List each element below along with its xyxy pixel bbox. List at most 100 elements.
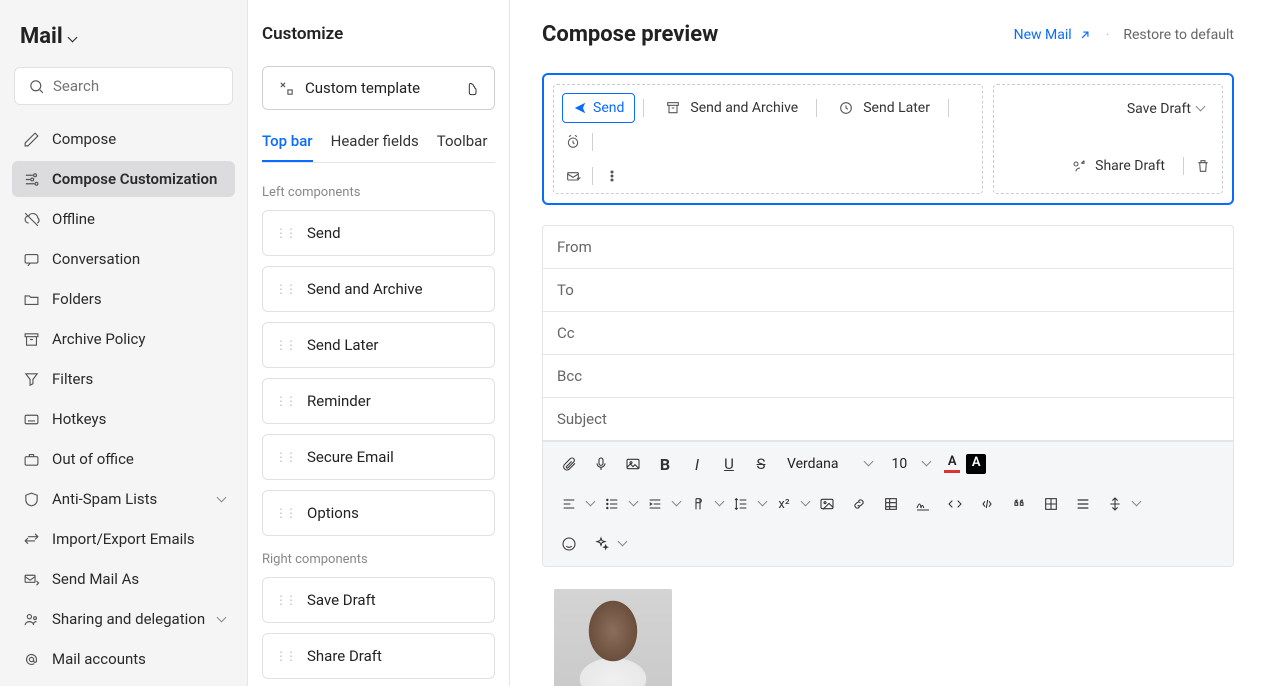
to-field[interactable]: To xyxy=(543,269,1233,312)
spacing-button[interactable] xyxy=(1101,490,1129,518)
right-components-label: Right components xyxy=(262,552,495,567)
component-send-archive[interactable]: ⋮⋮Send and Archive xyxy=(262,266,495,312)
component-options[interactable]: ⋮⋮Options xyxy=(262,490,495,536)
underline-button[interactable]: U xyxy=(715,450,743,478)
nav-anti-spam[interactable]: Anti-Spam Lists xyxy=(12,481,235,517)
superscript-button[interactable]: x² xyxy=(770,490,798,518)
tab-header-fields[interactable]: Header fields xyxy=(331,132,419,162)
signature-button[interactable] xyxy=(909,490,937,518)
nav-hotkeys[interactable]: Hotkeys xyxy=(12,401,235,437)
tab-top-bar[interactable]: Top bar xyxy=(262,132,313,162)
nav-archive-policy[interactable]: Archive Policy xyxy=(12,321,235,357)
list-button[interactable] xyxy=(598,490,626,518)
from-field[interactable]: From xyxy=(543,226,1233,269)
quote-button[interactable] xyxy=(1005,490,1033,518)
customize-panel: Customize Custom template Top bar Header… xyxy=(248,0,510,686)
hr-button[interactable] xyxy=(1069,490,1097,518)
component-reminder[interactable]: ⋮⋮Reminder xyxy=(262,378,495,424)
component-send-later[interactable]: ⋮⋮Send Later xyxy=(262,322,495,368)
table-button[interactable] xyxy=(877,490,905,518)
nav-sharing[interactable]: Sharing and delegation xyxy=(12,601,235,637)
strikethrough-button[interactable]: S xyxy=(747,450,775,478)
indent-button[interactable] xyxy=(641,490,669,518)
tab-toolbar[interactable]: Toolbar xyxy=(437,132,488,162)
search-input-wrapper[interactable] xyxy=(14,67,233,105)
header-fields: From To Cc Bcc Subject xyxy=(542,225,1234,441)
ai-button[interactable] xyxy=(587,530,615,558)
code-block-button[interactable] xyxy=(973,490,1001,518)
nav-accounts[interactable]: Mail accounts xyxy=(12,641,235,677)
nav-label: Mail accounts xyxy=(52,650,146,668)
search-input[interactable] xyxy=(53,77,220,95)
preview-title: Compose preview xyxy=(542,22,718,47)
subject-field[interactable]: Subject xyxy=(543,398,1233,441)
component-send[interactable]: ⋮⋮Send xyxy=(262,210,495,256)
component-secure-email[interactable]: ⋮⋮Secure Email xyxy=(262,434,495,480)
attach-button[interactable] xyxy=(555,450,583,478)
mic-button[interactable] xyxy=(587,450,615,478)
bcc-field[interactable]: Bcc xyxy=(543,355,1233,398)
nav-label: Filters xyxy=(52,370,93,388)
chevron-down-icon xyxy=(802,498,809,510)
image-button[interactable] xyxy=(813,490,841,518)
nav-import-export[interactable]: Import/Export Emails xyxy=(12,521,235,557)
send-archive-button[interactable]: Send and Archive xyxy=(652,91,808,125)
align-button[interactable] xyxy=(555,490,583,518)
highlight-color-button[interactable]: A xyxy=(966,454,986,474)
send-later-button[interactable]: Send Later xyxy=(825,91,940,125)
template-selector[interactable]: Custom template xyxy=(262,66,495,110)
nav-label: Anti-Spam Lists xyxy=(52,490,157,508)
divider xyxy=(816,99,817,117)
chevron-down-icon xyxy=(759,498,766,510)
topbar-right-group[interactable]: Save Draft Share Draft xyxy=(993,84,1223,194)
nav-offline[interactable]: Offline xyxy=(12,201,235,237)
bold-button[interactable]: B xyxy=(651,450,679,478)
line-height-button[interactable] xyxy=(727,490,755,518)
share-icon xyxy=(1067,155,1089,177)
component-save-draft[interactable]: ⋮⋮Save Draft xyxy=(262,577,495,623)
restore-default-link[interactable]: Restore to default xyxy=(1123,27,1234,43)
shield-icon xyxy=(22,490,40,508)
options-button[interactable] xyxy=(601,165,623,187)
chevron-down-icon xyxy=(69,24,76,49)
secure-email-button[interactable] xyxy=(562,165,584,187)
italic-button[interactable]: I xyxy=(683,450,711,478)
font-size-select[interactable]: 10 xyxy=(884,452,939,476)
direction-button[interactable] xyxy=(684,490,712,518)
sliders-icon xyxy=(22,170,40,188)
insert-image-button[interactable] xyxy=(619,450,647,478)
send-later-label: Send Later xyxy=(863,100,930,116)
text-color-button[interactable]: A xyxy=(942,454,962,474)
settings-sidebar: Mail Compose Compose Customization Offli… xyxy=(0,0,248,686)
send-button[interactable]: Send xyxy=(562,93,635,123)
nav-compose-customization[interactable]: Compose Customization xyxy=(12,161,235,197)
compose-body[interactable] xyxy=(542,567,1234,686)
font-family-select[interactable]: Verdana xyxy=(779,452,880,476)
nav-folders[interactable]: Folders xyxy=(12,281,235,317)
share-draft-button[interactable]: Share Draft xyxy=(1057,149,1175,183)
nav-compose[interactable]: Compose xyxy=(12,121,235,157)
insert-table-button[interactable] xyxy=(1037,490,1065,518)
app-title-label: Mail xyxy=(20,24,63,49)
link-button[interactable] xyxy=(845,490,873,518)
editor-toolbar: B I U S Verdana 10 A A x² xyxy=(542,441,1234,567)
nav-signature[interactable]: Signature xyxy=(12,681,235,686)
nav-out-of-office[interactable]: Out of office xyxy=(12,441,235,477)
nav-filters[interactable]: Filters xyxy=(12,361,235,397)
archive-icon xyxy=(22,330,40,348)
nav-conversation[interactable]: Conversation xyxy=(12,241,235,277)
discard-draft-button[interactable] xyxy=(1192,155,1214,177)
component-share-draft[interactable]: ⋮⋮Share Draft xyxy=(262,633,495,679)
cc-field[interactable]: Cc xyxy=(543,312,1233,355)
code-button[interactable] xyxy=(941,490,969,518)
nav-send-as[interactable]: Send Mail As xyxy=(12,561,235,597)
reminder-button[interactable] xyxy=(562,131,584,153)
save-draft-button[interactable]: Save Draft xyxy=(1117,95,1214,123)
new-mail-link[interactable]: New Mail xyxy=(1014,27,1092,43)
topbar-left-group[interactable]: Send Send and Archive Send Later xyxy=(553,84,983,194)
transfer-icon xyxy=(22,530,40,548)
cloud-off-icon xyxy=(22,210,40,228)
folder-icon xyxy=(22,290,40,308)
emoji-button[interactable] xyxy=(555,530,583,558)
app-switcher[interactable]: Mail xyxy=(12,20,235,63)
